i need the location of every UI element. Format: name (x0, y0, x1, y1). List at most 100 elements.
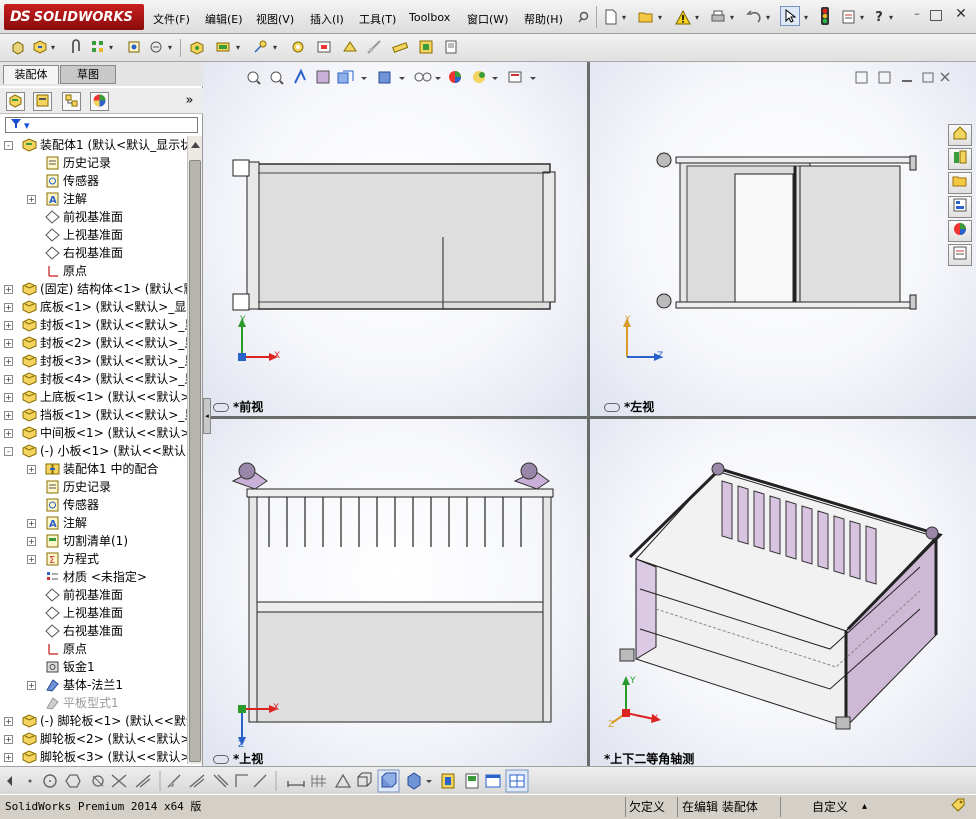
open-dropdown-icon[interactable]: ▾ (655, 7, 665, 27)
tree-item[interactable]: 材质 <未指定> (0, 568, 187, 586)
hide-dropdown-icon[interactable]: ▾ (165, 37, 175, 57)
viewport-isometric[interactable]: Y X Z *上下二等角轴测 (590, 419, 976, 766)
rebuild-dropdown-icon[interactable]: ▾ (692, 7, 702, 27)
new-document-icon[interactable] (601, 7, 621, 27)
viewport-top[interactable]: X Z *上视 (203, 419, 587, 766)
menu-window[interactable]: 窗口(W) (467, 11, 508, 27)
tree-item[interactable]: - 装配体1 (默认<默认_显示状态 (0, 136, 187, 154)
restore-window-icon[interactable] (930, 10, 942, 21)
mate-icon[interactable] (30, 37, 50, 57)
feature-manager-icon[interactable] (6, 92, 25, 111)
traffic-light-icon[interactable] (815, 6, 835, 26)
tree-item[interactable]: + 中间板<1> (默认<<默认>_显 (0, 424, 187, 442)
tree-item[interactable]: 前视基准面 (0, 208, 187, 226)
interference-check-icon[interactable] (314, 37, 334, 57)
design-library-icon[interactable] (948, 148, 972, 170)
tree-item[interactable]: + 底板<1> (默认<默认>_显示 (0, 298, 187, 316)
properties-dropdown-icon[interactable]: ▾ (857, 7, 867, 27)
explode-dropdown-icon[interactable]: ▾ (270, 37, 280, 57)
tree-item[interactable]: + 封板<3> (默认<<默认>_显示 (0, 352, 187, 370)
expand-node-icon[interactable]: + (27, 195, 36, 204)
tab-sketch[interactable]: 草图 (60, 65, 116, 84)
viewport-splitter-vertical[interactable] (587, 62, 590, 766)
reference-dropdown-icon[interactable]: ▾ (233, 37, 243, 57)
tree-item[interactable]: + 脚轮板<2> (默认<<默认>_显 (0, 730, 187, 748)
menu-file[interactable]: 文件(F) (153, 11, 190, 27)
clearance-check-icon[interactable] (340, 37, 360, 57)
expand-node-icon[interactable]: + (4, 753, 13, 762)
tree-item[interactable]: + A 注解 (0, 190, 187, 208)
viewport-left[interactable]: Y Z *左视 (590, 62, 976, 416)
assembly-visualization-icon[interactable] (416, 37, 436, 57)
expand-node-icon[interactable]: + (4, 411, 13, 420)
tree-item[interactable]: 右视基准面 (0, 244, 187, 262)
expand-node-icon[interactable]: + (27, 681, 36, 690)
expand-node-icon[interactable]: + (27, 519, 36, 528)
undo-dropdown-icon[interactable]: ▾ (763, 7, 773, 27)
viewport-front[interactable]: Y X *前视 (203, 62, 587, 416)
units-menu-caret[interactable]: ▴ (862, 798, 867, 816)
solidworks-logo[interactable]: DS SOLIDWORKS (4, 4, 144, 30)
expand-node-icon[interactable]: + (4, 357, 13, 366)
tree-item[interactable]: 平板型式1 (0, 694, 187, 712)
tree-item[interactable]: + 挡板<1> (默认<<默认>_显示 (0, 406, 187, 424)
minimize-window-icon[interactable]: – (909, 8, 925, 22)
tree-item[interactable]: + 封板<2> (默认<<默认>_显示 (0, 334, 187, 352)
property-manager-icon[interactable] (33, 92, 52, 111)
expand-node-icon[interactable]: + (4, 285, 13, 294)
instant3d-icon[interactable] (288, 37, 308, 57)
print-icon[interactable] (708, 7, 728, 27)
menu-toolbox[interactable]: Toolbox (409, 11, 450, 24)
status-tag-icon[interactable] (950, 797, 966, 815)
collapse-node-icon[interactable]: - (4, 141, 13, 150)
solidworks-resources-icon[interactable] (948, 124, 972, 146)
expand-node-icon[interactable]: + (27, 555, 36, 564)
tree-item[interactable]: 原点 (0, 640, 187, 658)
menu-view[interactable]: 视图(V) (256, 11, 294, 27)
custom-properties-icon[interactable] (948, 244, 972, 266)
tree-item[interactable]: + A 注解 (0, 514, 187, 532)
view-palette-icon[interactable] (948, 196, 972, 218)
expand-node-icon[interactable]: + (4, 717, 13, 726)
tree-item[interactable]: 上视基准面 (0, 604, 187, 622)
paperclip-icon[interactable] (66, 37, 86, 57)
tree-item[interactable]: 前视基准面 (0, 586, 187, 604)
file-properties-icon[interactable] (839, 7, 859, 27)
file-explorer-icon[interactable] (948, 172, 972, 194)
open-folder-icon[interactable] (636, 7, 656, 27)
tree-item[interactable]: + 装配体1 中的配合 (0, 460, 187, 478)
menu-help[interactable]: 帮助(H) (524, 11, 563, 27)
hole-alignment-icon[interactable] (364, 37, 384, 57)
measure-icon[interactable] (390, 37, 410, 57)
expand-node-icon[interactable]: + (4, 303, 13, 312)
expand-node-icon[interactable]: + (4, 321, 13, 330)
select-pointer-icon[interactable] (780, 6, 800, 26)
tree-item[interactable]: 传感器 (0, 496, 187, 514)
appearances-icon[interactable] (948, 220, 972, 242)
tree-item[interactable]: + 封板<1> (默认<<默认>_显示 (0, 316, 187, 334)
tree-item[interactable]: 历史记录 (0, 478, 187, 496)
expand-node-icon[interactable]: + (27, 537, 36, 546)
snapshot-icon[interactable] (441, 37, 461, 57)
close-window-icon[interactable]: ✕ (953, 7, 969, 22)
undo-icon[interactable] (744, 7, 764, 27)
mate-dropdown-icon[interactable]: ▾ (48, 37, 58, 57)
tree-item[interactable]: 原点 (0, 262, 187, 280)
configuration-manager-icon[interactable] (62, 92, 81, 111)
tree-item[interactable]: + (固定) 结构体<1> (默认<默 (0, 280, 187, 298)
tree-item[interactable]: + 切割清单(1) (0, 532, 187, 550)
tree-item[interactable]: + Σ 方程式 (0, 550, 187, 568)
menu-tools[interactable]: 工具(T) (359, 11, 396, 27)
menu-edit[interactable]: 编辑(E) (205, 11, 243, 27)
expand-node-icon[interactable]: + (4, 393, 13, 402)
expand-node-icon[interactable]: + (4, 339, 13, 348)
expand-node-icon[interactable]: + (4, 735, 13, 744)
reference-geometry-icon[interactable] (213, 37, 233, 57)
tree-item[interactable]: + (-) 脚轮板<1> (默认<<默认 (0, 712, 187, 730)
scroll-thumb[interactable] (189, 160, 201, 762)
assembly-features-icon[interactable] (187, 37, 207, 57)
new-dropdown-icon[interactable]: ▾ (619, 7, 629, 27)
hide-show-icon[interactable] (146, 37, 166, 57)
tree-item[interactable]: + 上底板<1> (默认<<默认>_显 (0, 388, 187, 406)
panel-collapse-handle[interactable]: ◂ (203, 398, 211, 434)
